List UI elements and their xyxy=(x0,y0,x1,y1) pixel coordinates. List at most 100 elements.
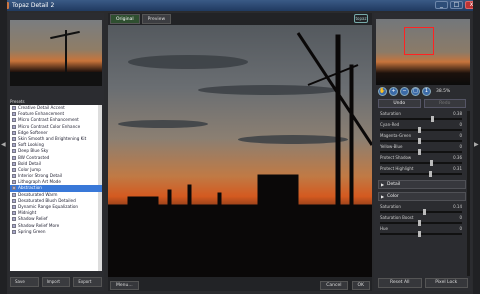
save-preset-button[interactable]: Save xyxy=(10,277,39,287)
section-detail[interactable]: ▶ Detail xyxy=(378,180,466,189)
preset-item-label: Interior Strong Detail xyxy=(18,173,63,179)
slider-label: Hue xyxy=(380,226,389,231)
zoom-actual-icon[interactable]: 1 xyxy=(422,87,431,96)
slider-track[interactable] xyxy=(380,151,462,153)
slider-label: Saturation xyxy=(380,111,401,116)
adjustments-scrollbar[interactable] xyxy=(467,111,470,276)
section-label: Detail xyxy=(387,182,401,187)
preset-item-label: Lithograph Art Mode xyxy=(18,179,61,185)
preset-file-icon xyxy=(12,112,16,117)
slider-label: Protect Highlight xyxy=(380,166,414,171)
slider-row: Saturation 0.14 xyxy=(378,204,466,215)
preset-file-icon xyxy=(12,217,16,222)
ok-button[interactable]: OK xyxy=(351,280,370,290)
preview-image[interactable] xyxy=(108,25,372,277)
preset-file-icon xyxy=(12,229,16,234)
navigator-thumbnail[interactable] xyxy=(376,19,470,85)
slider-label: Saturation xyxy=(380,204,401,209)
slider-handle[interactable] xyxy=(428,171,432,177)
slider-value: 0 xyxy=(459,226,462,231)
section-color[interactable]: ▶ Color xyxy=(378,192,466,201)
slider-track[interactable] xyxy=(380,211,462,213)
slider-label: Magenta-Green xyxy=(380,133,412,138)
zoom-out-icon[interactable]: − xyxy=(400,87,409,96)
slider-value: 0.14 xyxy=(453,204,462,209)
adjustment-sliders: Saturation 0.38 Cyan-Red 0 Magenta-Green 0 Yel… xyxy=(378,111,466,276)
preset-file-icon xyxy=(12,167,16,172)
import-preset-button[interactable]: Import xyxy=(41,277,71,287)
tab-original[interactable]: Original xyxy=(110,14,140,24)
preset-item-label: Bold Detail xyxy=(18,160,41,166)
preset-file-icon xyxy=(12,130,16,135)
slider-row: Saturation Boost 0 xyxy=(378,215,466,226)
preset-item-label: Shadow Relief xyxy=(18,216,48,222)
zoom-fit-icon[interactable]: □ xyxy=(411,87,420,96)
title-bar: Topaz Detail 2 _ □ x xyxy=(0,0,480,11)
window-title: Topaz Detail 2 xyxy=(12,2,55,9)
zoom-in-icon[interactable]: + xyxy=(389,87,398,96)
slider-label: Protect Shadow xyxy=(380,155,412,160)
preset-file-icon xyxy=(12,192,16,197)
menu-button[interactable]: Menu... xyxy=(110,280,139,290)
zoom-level: 38.5% xyxy=(436,89,451,94)
preset-item-label: Micro Contrast Enhancement xyxy=(18,117,79,123)
preset-item-label: Micro Contrast Color Enhance xyxy=(18,123,81,129)
reset-all-button[interactable]: Reset All xyxy=(378,278,422,288)
undo-button[interactable]: Undo xyxy=(378,99,421,108)
topaz-logo: topaz xyxy=(354,14,368,23)
preset-item-label: Abstraction xyxy=(18,185,42,191)
slider-track[interactable] xyxy=(380,118,462,120)
preset-item-label: Color Jump xyxy=(18,166,41,172)
preset-file-icon xyxy=(12,124,16,129)
preset-item-label: Desaturated Blush Detailed xyxy=(18,197,76,203)
expand-arrow-icon: ▶ xyxy=(381,194,385,199)
preview-area: Original Preview topaz Menu... Cancel OK xyxy=(108,13,372,291)
slider-track[interactable] xyxy=(380,140,462,142)
hand-icon[interactable]: ✋ xyxy=(378,87,387,96)
preset-item[interactable]: Spring Green xyxy=(10,229,102,235)
preset-file-icon xyxy=(12,155,16,160)
export-preset-button[interactable]: Export xyxy=(73,277,103,287)
preset-preview-thumbnail xyxy=(10,20,102,86)
slider-track[interactable] xyxy=(380,162,462,164)
preset-file-icon xyxy=(12,211,16,216)
redo-button[interactable]: Redo xyxy=(423,99,466,108)
navigator-viewport-box[interactable] xyxy=(404,27,434,55)
slider-track[interactable] xyxy=(380,233,462,235)
slider-value: 0 xyxy=(459,144,462,149)
minimize-button[interactable]: _ xyxy=(435,1,448,9)
preset-item-label: Dynamic Range Equalization xyxy=(18,204,79,209)
presets-list[interactable]: Creative Detail Accent Feature Enhancemen… xyxy=(10,105,102,271)
pixel-lock-button[interactable]: Pixel Lock xyxy=(424,278,468,288)
preset-item-label: Spring Green xyxy=(18,228,46,234)
slider-row: Saturation 0.38 xyxy=(378,111,466,122)
slider-track[interactable] xyxy=(380,129,462,131)
slider-row: Hue 0 xyxy=(378,226,466,237)
preset-item-label: BW Contrasted xyxy=(18,154,50,160)
slider-row: Protect Shadow 0.36 xyxy=(378,155,466,166)
preset-file-icon xyxy=(12,186,16,191)
crane-silhouette xyxy=(108,32,372,277)
presets-panel: Presets Creative Detail Accent Feature En… xyxy=(8,13,104,291)
slider-value: 0 xyxy=(459,122,462,127)
cancel-button[interactable]: Cancel xyxy=(320,280,348,290)
expand-arrow-icon: ▶ xyxy=(381,182,385,187)
slider-track[interactable] xyxy=(380,222,462,224)
maximize-button[interactable]: □ xyxy=(450,1,463,9)
slider-handle[interactable] xyxy=(417,231,421,237)
preset-file-icon xyxy=(12,180,16,185)
slider-label: Cyan-Red xyxy=(380,122,400,127)
slider-track[interactable] xyxy=(380,173,462,175)
right-collapse-edge[interactable]: ▶ xyxy=(473,0,480,294)
slider-row: Cyan-Red 0 xyxy=(378,122,466,133)
preset-file-icon xyxy=(12,161,16,166)
slider-row: Yellow-Blue 0 xyxy=(378,144,466,155)
tab-preview[interactable]: Preview xyxy=(141,14,172,24)
left-collapse-edge[interactable]: ◀ xyxy=(0,0,7,294)
preset-item-label: Midnight xyxy=(18,210,37,216)
preset-file-icon xyxy=(12,149,16,154)
slider-value: 0 xyxy=(459,215,462,220)
presets-header: Presets xyxy=(10,99,25,104)
preset-file-icon xyxy=(12,143,16,148)
slider-value: 0.38 xyxy=(453,111,462,116)
